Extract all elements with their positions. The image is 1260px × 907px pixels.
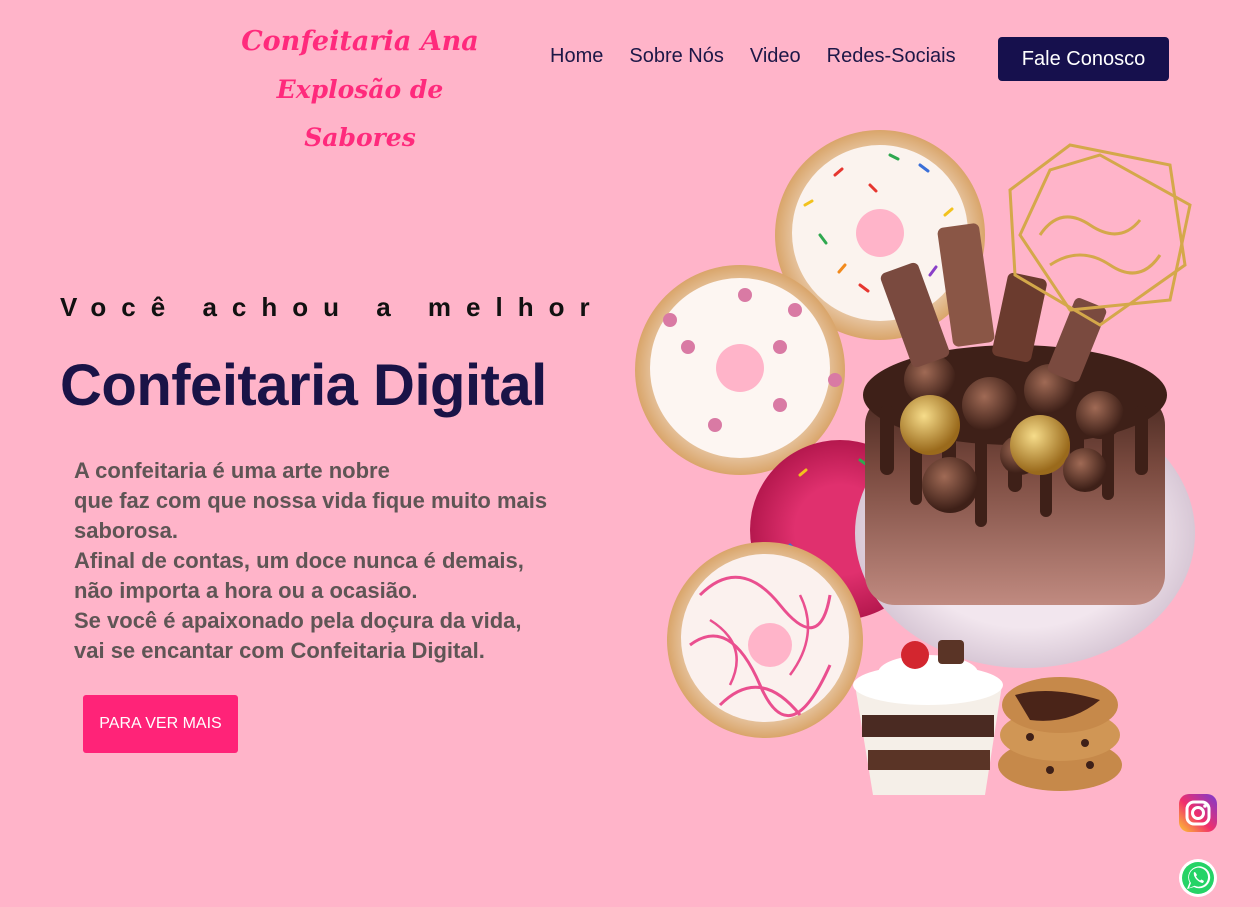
nav-home[interactable]: Home: [550, 45, 603, 68]
hero-subtitle: Você achou a melhor: [60, 292, 605, 322]
donut-bottom: [667, 542, 863, 738]
brand-tagline: Explosão de Sabores: [276, 75, 444, 152]
nav-redes-sociais[interactable]: Redes-Sociais: [827, 45, 956, 68]
contact-button[interactable]: Fale Conosco: [998, 37, 1169, 81]
instagram-icon[interactable]: [1178, 793, 1218, 833]
nav-sobre-nos[interactable]: Sobre Nós: [629, 45, 724, 68]
donut-left: [635, 265, 845, 475]
description-line: Afinal de contas, um doce nunca é demais…: [74, 548, 524, 573]
see-more-button[interactable]: PARA VER MAIS: [83, 695, 238, 753]
brand-name: Confeitaria Ana: [241, 26, 479, 57]
landing-page: Confeitaria Ana Explosão de Sabores Home…: [0, 0, 1260, 907]
chocolate-cake: [863, 223, 1167, 605]
hero-title: Confeitaria Digital: [60, 353, 547, 418]
description-line: vai se encantar com Confeitaria Digital.: [74, 638, 485, 663]
hero-description: A confeitaria é uma arte nobre que faz c…: [74, 456, 614, 666]
cookie-stack: [998, 677, 1122, 791]
nav-video[interactable]: Video: [750, 45, 801, 68]
description-line: que faz com que nossa vida fique muito m…: [74, 488, 548, 513]
description-line: não importa a hora ou a ocasião.: [74, 578, 418, 603]
description-line: A confeitaria é uma arte nobre: [74, 458, 390, 483]
main-nav: Home Sobre Nós Video Redes-Sociais: [550, 45, 982, 68]
hero-image: [635, 130, 1195, 795]
description-line: Se você é apaixonado pela doçura da vida…: [74, 608, 522, 633]
whatsapp-icon[interactable]: [1178, 858, 1218, 898]
description-line: saborosa.: [74, 518, 178, 543]
brand-logo[interactable]: Confeitaria Ana Explosão de Sabores: [240, 18, 480, 162]
